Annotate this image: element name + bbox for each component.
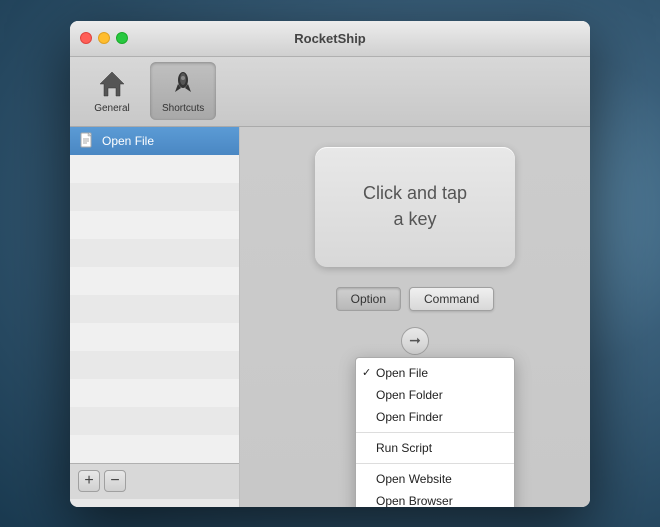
key-capture-text: Click and tap a key bbox=[363, 181, 467, 231]
dropdown-separator-2 bbox=[356, 463, 514, 464]
sidebar-empty-row bbox=[70, 295, 239, 323]
shortcuts-icon bbox=[167, 68, 199, 100]
sidebar-item-label: Open File bbox=[102, 134, 154, 148]
app-window: RocketShip General Shortcuts bbox=[70, 21, 590, 507]
action-dropdown[interactable]: Open File Open Folder Open Finder Run Sc… bbox=[355, 357, 515, 507]
dropdown-item-open-website[interactable]: Open Website bbox=[356, 468, 514, 490]
sidebar-footer: + − bbox=[70, 463, 239, 499]
main-panel: Click and tap a key Option Command Open … bbox=[240, 127, 590, 507]
minimize-button[interactable] bbox=[98, 32, 110, 44]
remove-item-button[interactable]: − bbox=[104, 470, 126, 492]
file-icon bbox=[78, 132, 96, 150]
traffic-lights bbox=[80, 32, 128, 44]
next-nav-button[interactable]: ➞ bbox=[401, 327, 429, 355]
dropdown-separator-1 bbox=[356, 432, 514, 433]
dropdown-item-open-file[interactable]: Open File bbox=[356, 362, 514, 384]
dropdown-item-open-folder[interactable]: Open Folder bbox=[356, 384, 514, 406]
sidebar-empty-row bbox=[70, 379, 239, 407]
modifier-buttons: Option Command bbox=[260, 287, 570, 311]
dropdown-item-open-browser[interactable]: Open Browser bbox=[356, 490, 514, 507]
sidebar-empty-row bbox=[70, 407, 239, 435]
content-area: Open File + − bbox=[70, 127, 590, 507]
maximize-button[interactable] bbox=[116, 32, 128, 44]
shortcuts-tab-label: Shortcuts bbox=[162, 103, 204, 114]
sidebar-empty-row bbox=[70, 267, 239, 295]
sidebar-empty-row bbox=[70, 239, 239, 267]
sidebar-empty-row bbox=[70, 183, 239, 211]
general-icon bbox=[96, 68, 128, 100]
general-tab[interactable]: General bbox=[82, 62, 142, 120]
sidebar: Open File + − bbox=[70, 127, 240, 507]
sidebar-list: Open File bbox=[70, 127, 239, 463]
action-row: Open File Open Folder Open Finder Run Sc… bbox=[260, 327, 570, 355]
option-modifier-button[interactable]: Option bbox=[336, 287, 401, 311]
titlebar: RocketShip bbox=[70, 21, 590, 57]
add-item-button[interactable]: + bbox=[78, 470, 100, 492]
sidebar-empty-row bbox=[70, 155, 239, 183]
toolbar: General Shortcuts bbox=[70, 57, 590, 127]
dropdown-item-run-script[interactable]: Run Script bbox=[356, 437, 514, 459]
key-capture-area[interactable]: Click and tap a key bbox=[315, 147, 515, 267]
sidebar-item-open-file[interactable]: Open File bbox=[70, 127, 239, 155]
sidebar-empty-row bbox=[70, 323, 239, 351]
sidebar-empty-row bbox=[70, 351, 239, 379]
sidebar-empty-row bbox=[70, 435, 239, 463]
window-title: RocketShip bbox=[294, 31, 366, 46]
dropdown-item-open-finder[interactable]: Open Finder bbox=[356, 406, 514, 428]
shortcuts-tab[interactable]: Shortcuts bbox=[150, 62, 216, 120]
command-modifier-button[interactable]: Command bbox=[409, 287, 494, 311]
sidebar-empty-row bbox=[70, 211, 239, 239]
close-button[interactable] bbox=[80, 32, 92, 44]
general-tab-label: General bbox=[94, 103, 130, 114]
